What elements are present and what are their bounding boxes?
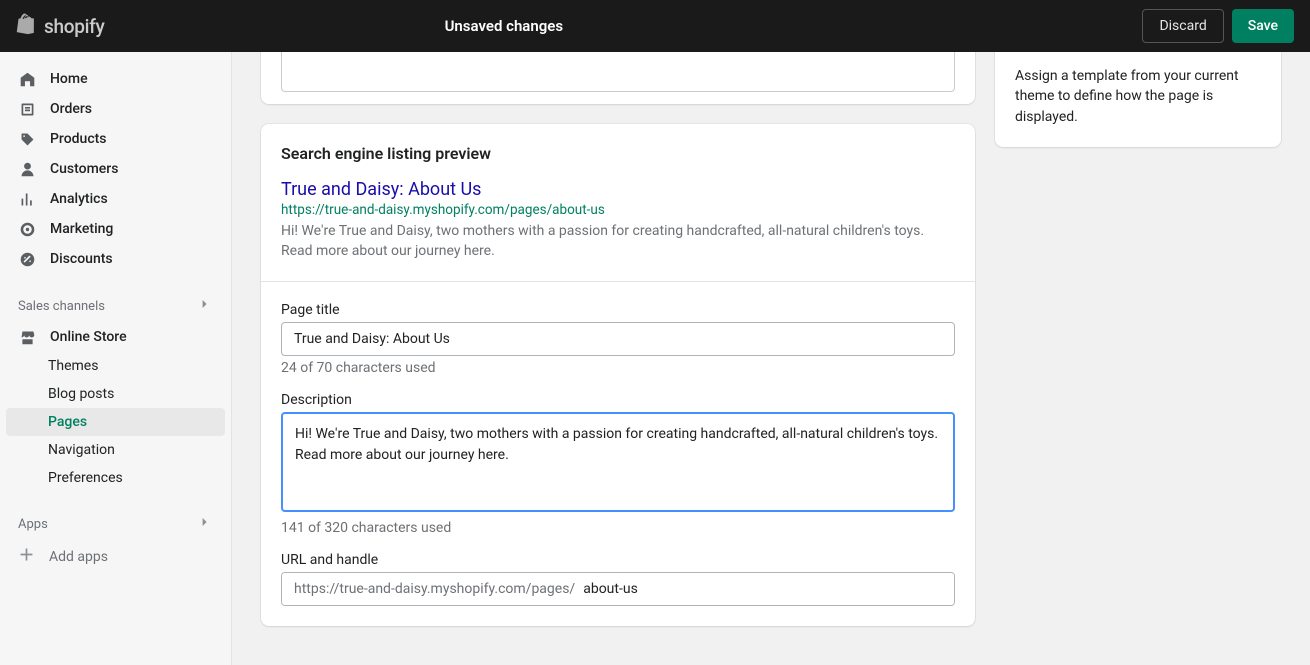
content-card [261,52,975,104]
page-title-input[interactable] [281,322,955,356]
discard-button[interactable]: Discard [1142,9,1223,43]
sidebar-item-orders[interactable]: Orders [0,94,231,124]
chevron-right-icon [197,296,213,316]
shopify-logo[interactable]: shopify [16,12,105,40]
add-apps-label: Add apps [49,549,108,565]
sidebar-item-label: Online Store [50,329,127,345]
discounts-icon [18,250,36,268]
divider [261,281,975,282]
sidebar-subitem-pages[interactable]: Pages [6,408,225,436]
sidebar-item-label: Analytics [50,191,108,207]
content-editor-placeholder[interactable] [281,52,955,92]
sidebar-subitem-themes[interactable]: Themes [0,352,231,380]
url-handle-field: URL and handle https://true-and-daisy.my… [281,552,955,606]
chevron-right-icon [197,514,213,534]
products-icon [18,130,36,148]
sidebar-item-analytics[interactable]: Analytics [0,184,231,214]
shopify-logo-text: shopify [44,15,105,38]
sidebar-item-label: Marketing [50,221,113,237]
sidebar-subitem-navigation[interactable]: Navigation [0,436,231,464]
url-prefix: https://true-and-daisy.myshopify.com/pag… [282,573,575,605]
plus-icon [18,546,35,567]
add-apps-button[interactable]: Add apps [0,540,231,573]
home-icon [18,70,36,88]
seo-card: Search engine listing preview True and D… [261,124,975,626]
description-field: Description Hi! We're True and Daisy, tw… [281,392,955,536]
marketing-icon [18,220,36,238]
unsaved-changes-label: Unsaved changes [445,17,564,35]
description-textarea[interactable]: Hi! We're True and Daisy, two mothers wi… [281,412,955,512]
page-title-counter: 24 of 70 characters used [281,360,955,376]
url-handle-input[interactable] [575,573,954,605]
sidebar-item-discounts[interactable]: Discounts [0,244,231,274]
seo-preview-title: True and Daisy: About Us [281,179,955,200]
sidebar-item-customers[interactable]: Customers [0,154,231,184]
template-help-text: Assign a template from your current them… [1015,66,1261,127]
sales-channels-label: Sales channels [18,299,105,314]
sidebar-item-online-store[interactable]: Online Store [0,322,231,352]
seo-preview: True and Daisy: About Us https://true-an… [281,179,955,261]
sidebar-subitem-blog-posts[interactable]: Blog posts [0,380,231,408]
template-card: Default page Assign a template from your… [995,52,1281,147]
page-title-label: Page title [281,302,955,318]
sidebar-item-label: Customers [50,161,118,177]
url-input-group: https://true-and-daisy.myshopify.com/pag… [281,572,955,606]
sales-channels-header[interactable]: Sales channels [0,288,231,322]
topbar: shopify Unsaved changes Discard Save [0,0,1310,52]
sidebar-item-label: Products [50,131,107,147]
description-counter: 141 of 320 characters used [281,520,955,536]
storefront-icon [18,328,36,346]
apps-label: Apps [18,517,48,532]
topbar-actions: Discard Save [1142,9,1294,43]
save-button[interactable]: Save [1232,9,1294,43]
sidebar-subitem-preferences[interactable]: Preferences [0,464,231,492]
sidebar-item-marketing[interactable]: Marketing [0,214,231,244]
seo-heading: Search engine listing preview [281,144,955,163]
apps-header[interactable]: Apps [0,506,231,540]
page-title-field: Page title 24 of 70 characters used [281,302,955,376]
sidebar-item-label: Discounts [50,251,113,267]
description-label: Description [281,392,955,408]
seo-preview-snippet: Hi! We're True and Daisy, two mothers wi… [281,222,955,261]
sidebar-item-label: Home [50,71,88,87]
sidebar: Home Orders Products Customers Analytics… [0,52,232,665]
url-handle-label: URL and handle [281,552,955,568]
sidebar-item-label: Orders [50,101,92,117]
sidebar-item-home[interactable]: Home [0,64,231,94]
shopify-bag-icon [16,12,38,40]
main-content: Search engine listing preview True and D… [232,52,1310,665]
customers-icon [18,160,36,178]
sidebar-item-products[interactable]: Products [0,124,231,154]
analytics-icon [18,190,36,208]
orders-icon [18,100,36,118]
seo-preview-url: https://true-and-daisy.myshopify.com/pag… [281,202,955,218]
